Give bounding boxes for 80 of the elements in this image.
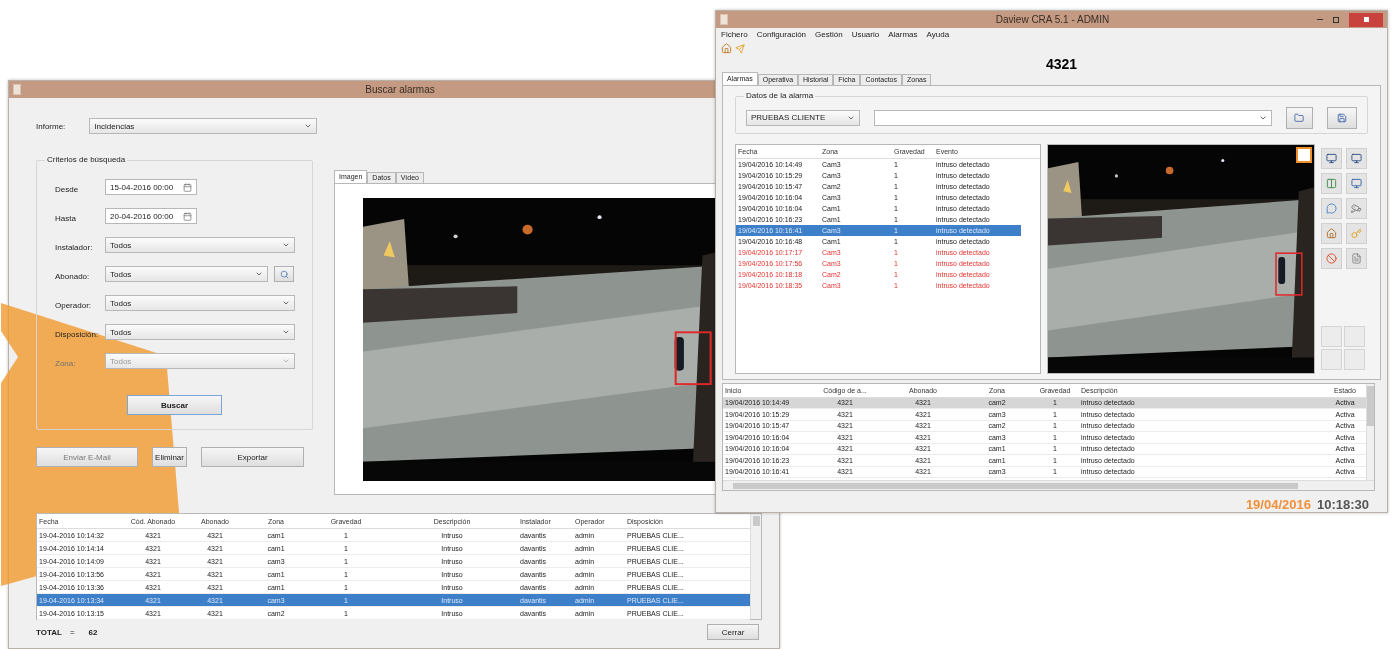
- close-icon: [1363, 17, 1369, 22]
- window-title: Daview CRA 5.1 - ADMIN: [994, 14, 1111, 25]
- date-field[interactable]: 20-04-2016 00:00: [105, 208, 197, 224]
- close-button[interactable]: [1349, 12, 1383, 27]
- total-label: TOTAL: [36, 627, 62, 637]
- document-icon: [1351, 252, 1362, 264]
- field-label: Informe:: [36, 121, 66, 131]
- chevron-icon: [282, 328, 290, 336]
- dropdown[interactable]: Todos: [105, 266, 268, 282]
- window-title: Buscar alarmas: [364, 84, 436, 95]
- field-label: Disposición:: [55, 330, 99, 339]
- tool-button[interactable]: [1321, 222, 1342, 244]
- calendar-icon: [183, 211, 192, 221]
- house-icon: [1326, 227, 1337, 239]
- chevron-icon: [282, 241, 290, 249]
- tool-button[interactable]: [1346, 147, 1367, 169]
- save-icon: [1337, 112, 1348, 123]
- chevron-icon: [304, 122, 313, 130]
- dropdown[interactable]: Todos: [105, 295, 295, 311]
- monitor-icon: [1351, 152, 1362, 164]
- field-label: Zona:: [55, 359, 76, 368]
- menu-item[interactable]: Fichero: [721, 30, 748, 40]
- door-icon: [1326, 177, 1337, 189]
- field-label: Hasta: [55, 214, 76, 223]
- scrollbar[interactable]: [750, 514, 761, 619]
- dropdown[interactable]: [873, 109, 1272, 126]
- tool-button[interactable]: [1346, 197, 1367, 219]
- chevron-icon: [255, 270, 263, 278]
- speech-bubble-icon: [1326, 202, 1337, 214]
- total-value: 62: [88, 627, 98, 637]
- restore-icon[interactable]: [1333, 16, 1339, 23]
- scrollbar[interactable]: [723, 480, 1374, 490]
- monitor-icon: [1351, 177, 1362, 189]
- app-icon: [720, 14, 728, 25]
- search-icon: [279, 269, 289, 279]
- menu-item[interactable]: Alarmas: [888, 30, 918, 40]
- tool-button[interactable]: [1321, 247, 1342, 269]
- menu-item[interactable]: Configuración: [756, 30, 807, 40]
- chevron-icon: [282, 357, 290, 365]
- dropdown[interactable]: PRUEBAS CLIENTE: [746, 109, 860, 126]
- calendar-icon: [183, 182, 192, 192]
- field-label: Desde: [55, 185, 79, 194]
- menu-item[interactable]: Gestión: [815, 30, 843, 40]
- save-button[interactable]: [1327, 106, 1357, 129]
- close-button[interactable]: Cerrar: [707, 624, 759, 640]
- tool-button[interactable]: [1321, 197, 1342, 219]
- date-field[interactable]: 15-04-2016 00:00: [105, 179, 197, 195]
- account-number: 4321: [1045, 55, 1078, 72]
- app-icon: [13, 84, 21, 95]
- field-label: Operador:: [55, 301, 92, 310]
- group-title: Datos de la alarma: [744, 90, 816, 100]
- action-button[interactable]: Exportar: [201, 447, 304, 467]
- folder-icon: [1294, 112, 1305, 123]
- tool-button[interactable]: [1321, 147, 1342, 169]
- group-title: Criterios de búsqueda: [45, 155, 128, 164]
- camera-icon: [1351, 202, 1362, 214]
- tool-button[interactable]: [1321, 172, 1342, 194]
- house-icon[interactable]: [721, 43, 732, 55]
- search-button[interactable]: Buscar: [127, 395, 222, 415]
- action-button[interactable]: Eliminar: [152, 447, 187, 467]
- send-icon[interactable]: [735, 43, 745, 54]
- tool-button[interactable]: [1346, 172, 1367, 194]
- chevron-icon: [282, 299, 290, 307]
- field-label: Abonado:: [55, 272, 90, 281]
- key-icon: [1351, 227, 1362, 239]
- dropdown[interactable]: Todos: [105, 324, 295, 340]
- scrollbar[interactable]: [1366, 383, 1374, 480]
- prohibited-icon: [1326, 252, 1337, 264]
- monitor-icon: [1326, 152, 1337, 164]
- search-button[interactable]: [274, 266, 294, 282]
- field-label: Instalador:: [55, 243, 93, 252]
- clock-date: 19/04/2016: [1245, 497, 1311, 512]
- menu-item[interactable]: Ayuda: [926, 30, 950, 40]
- folder-button[interactable]: [1285, 106, 1314, 129]
- equals-sign: =: [69, 627, 75, 637]
- dropdown[interactable]: Incidencias: [89, 118, 318, 134]
- dropdown[interactable]: Todos: [105, 237, 295, 253]
- clock-time: 10:18:30: [1316, 497, 1369, 512]
- menu-item[interactable]: Usuario: [851, 30, 880, 40]
- tool-button[interactable]: [1346, 247, 1367, 269]
